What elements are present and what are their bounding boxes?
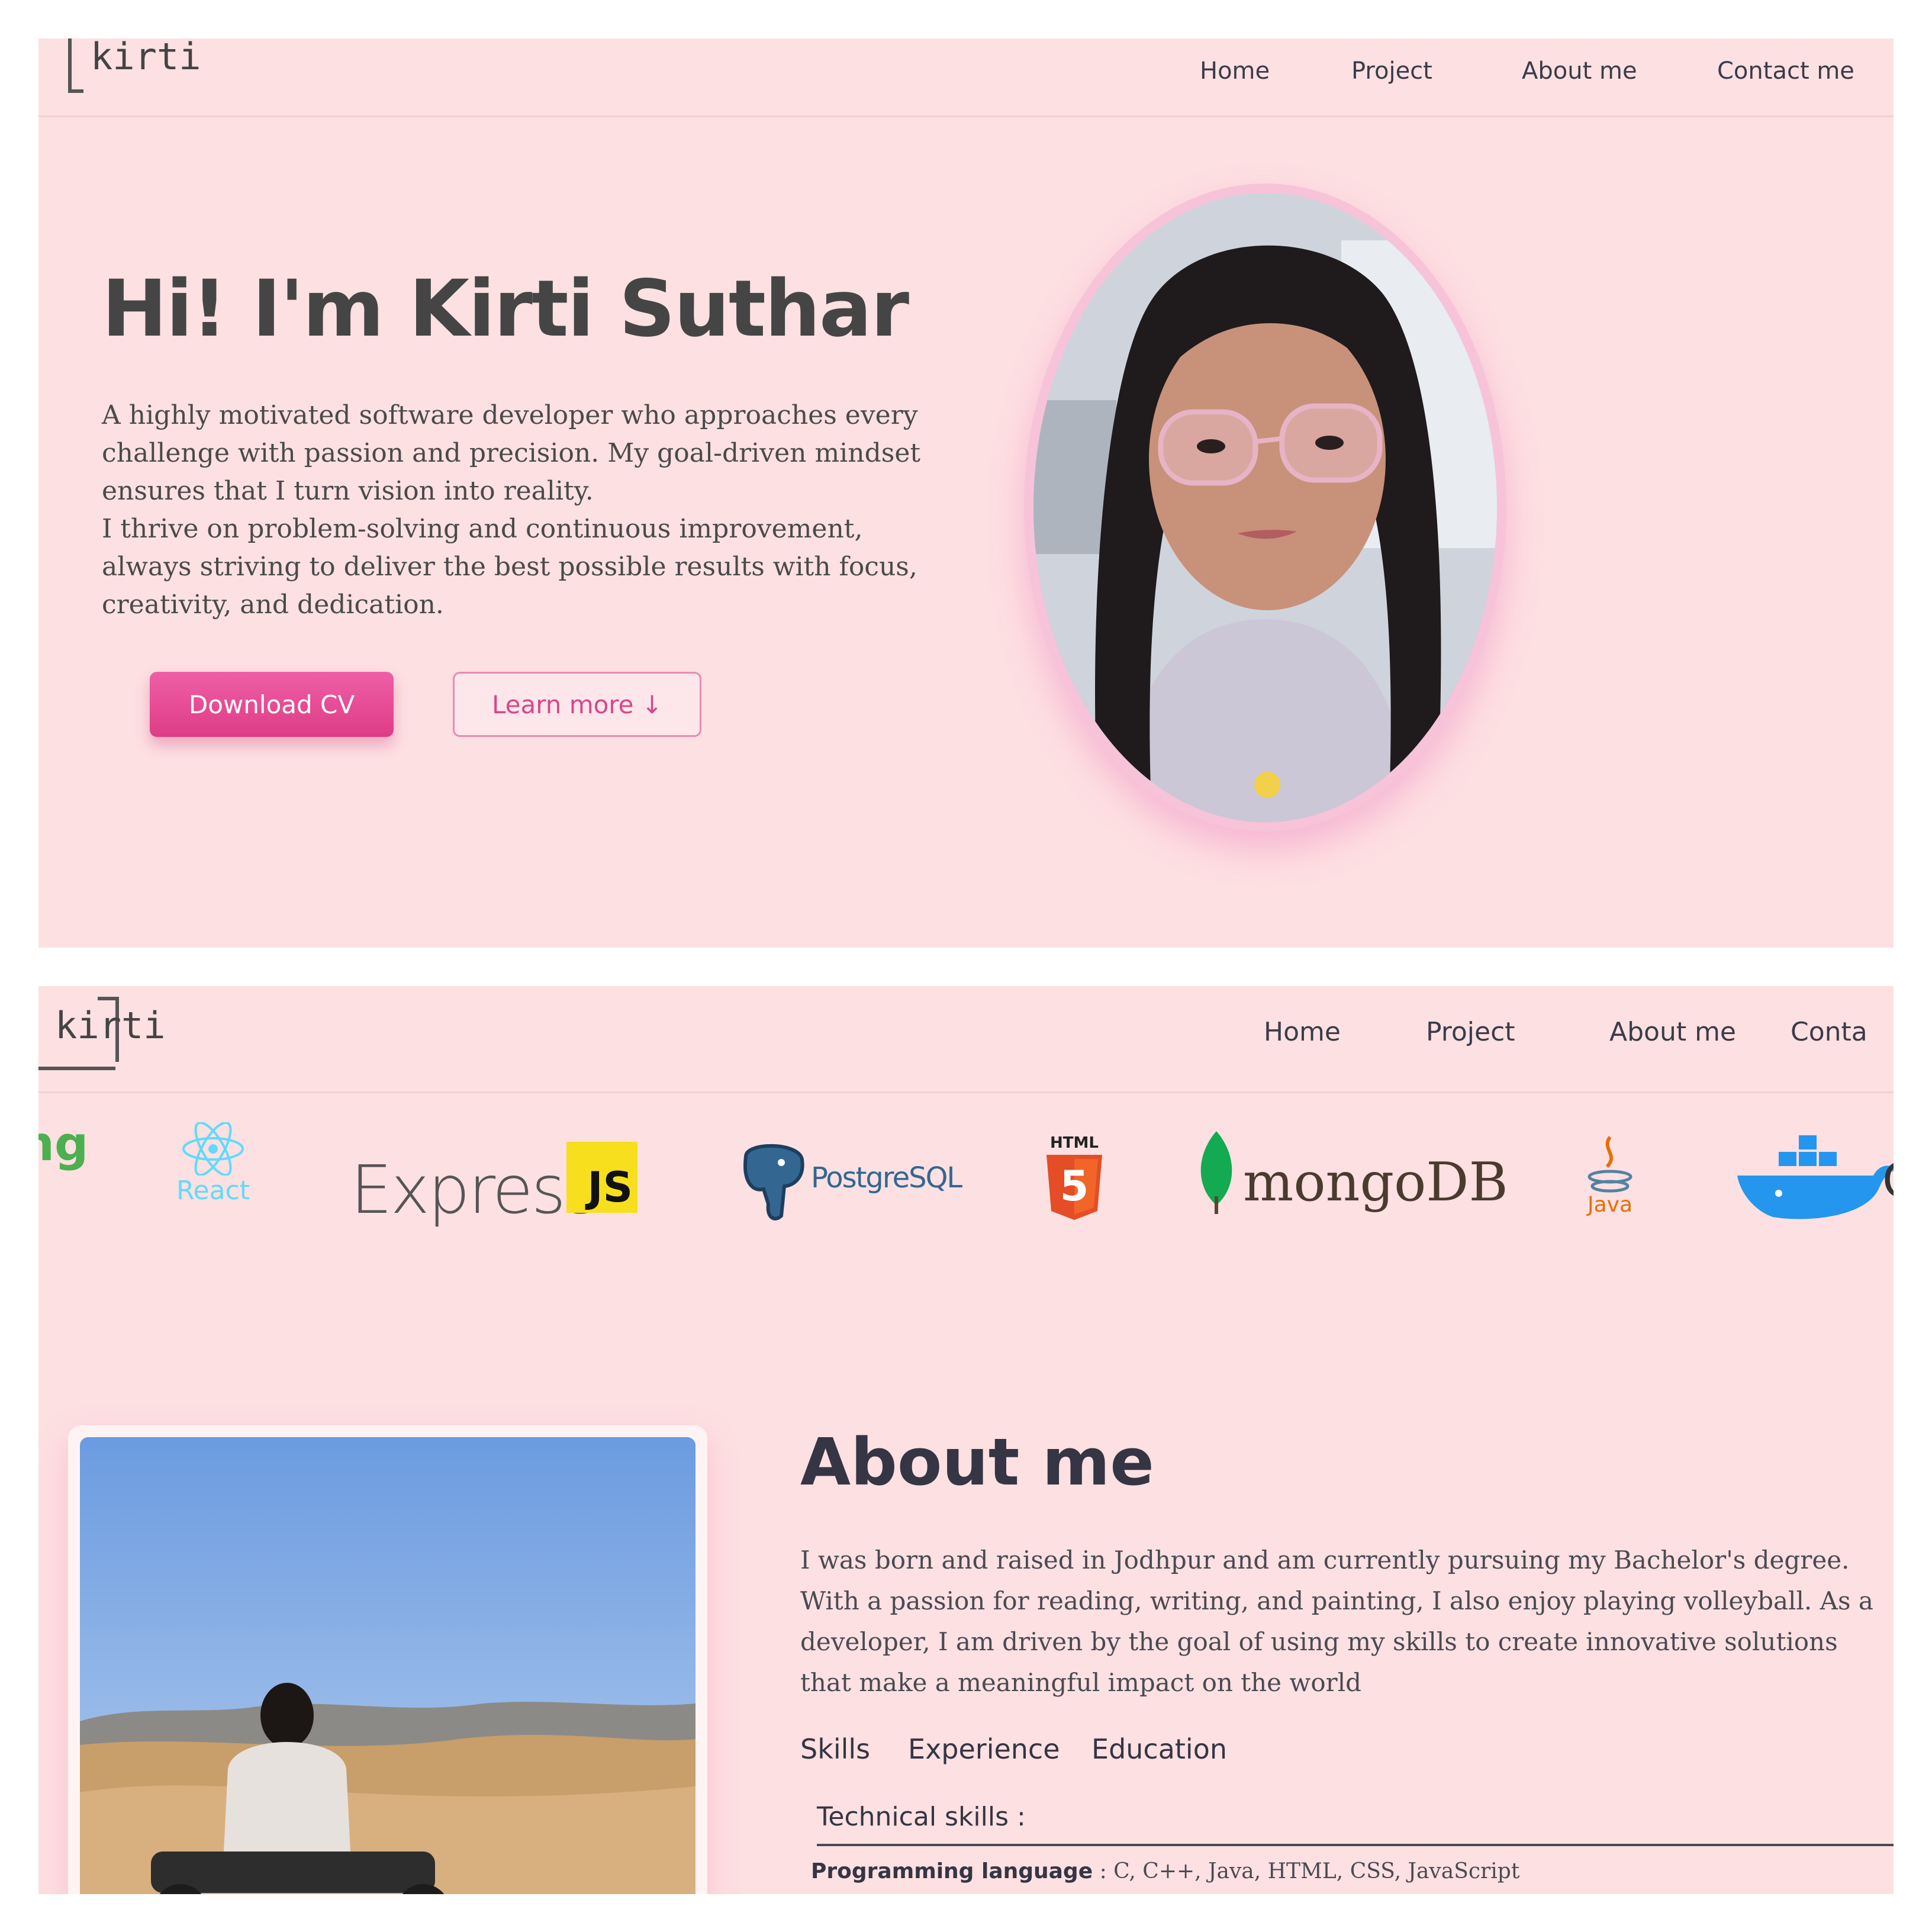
postgresql-label: PostgreSQL <box>811 1161 962 1194</box>
about-title: About me <box>800 1424 1154 1500</box>
react-icon <box>182 1121 244 1177</box>
about-photo <box>80 1437 695 1894</box>
nav-project[interactable]: Project <box>1351 57 1432 85</box>
tech-logos-carousel: ng React Express JS PostgreSQL HTML <box>38 1099 1894 1252</box>
skills-row-label: Programming language <box>811 1859 1093 1883</box>
html5-shield-icon: 5 <box>1046 1155 1102 1220</box>
nav-home[interactable]: Home <box>1200 57 1270 85</box>
nav-contact[interactable]: Contact me <box>1717 57 1854 85</box>
learn-more-button[interactable]: Learn more ↓ <box>453 672 701 737</box>
nav-home[interactable]: Home <box>1264 1017 1341 1047</box>
technical-skills-heading: Technical skills : <box>817 1802 1026 1832</box>
nav-contact[interactable]: Conta <box>1791 1017 1867 1047</box>
download-cv-button[interactable]: Download CV <box>150 672 394 737</box>
about-description: I was born and raised in Jodhpur and am … <box>800 1545 1873 1697</box>
about-photo-frame <box>68 1425 707 1894</box>
portrait-illustration <box>1033 193 1497 822</box>
tech-logo-partial-right: C <box>1882 1153 1894 1208</box>
nav-about[interactable]: About me <box>1522 57 1637 85</box>
skills-row-separator: : <box>1093 1859 1114 1883</box>
nav-project[interactable]: Project <box>1426 1017 1515 1047</box>
top-navbar: kirti Home Project About me Conta <box>38 986 1894 1093</box>
mongodb-label: mongoDB <box>1243 1151 1508 1213</box>
tab-education[interactable]: Education <box>1091 1733 1227 1765</box>
postgresql-elephant-icon <box>743 1144 804 1221</box>
desert-photo-illustration <box>80 1437 695 1894</box>
hero-paragraph-1: A highly motivated software developer wh… <box>102 400 921 506</box>
hero-screenshot: kirti Home Project About me Contact me H… <box>38 38 1894 948</box>
top-navbar: kirti Home Project About me Contact me <box>38 38 1894 117</box>
profile-photo <box>1033 193 1497 822</box>
java-label: Java <box>1587 1193 1633 1217</box>
logo-text: kirti <box>91 38 201 78</box>
java-coffee-icon <box>1588 1136 1632 1193</box>
react-label: React <box>176 1176 250 1206</box>
profile-photo-frame <box>1024 183 1506 832</box>
tab-skills[interactable]: Skills <box>800 1733 870 1765</box>
nav-about[interactable]: About me <box>1609 1017 1736 1047</box>
tech-logo-html5: HTML 5 <box>1042 1134 1107 1223</box>
hero-paragraph-2: I thrive on problem-solving and continuo… <box>102 514 917 620</box>
docker-whale-icon <box>1737 1135 1894 1219</box>
html5-number: 5 <box>1060 1162 1089 1210</box>
skills-row-programming: Programming language : C, C++, Java, HTM… <box>811 1859 1519 1883</box>
hero-description: A highly motivated software developer wh… <box>102 397 930 624</box>
logo-text: kirti <box>55 1004 166 1047</box>
tech-logo-express: Express <box>350 1152 598 1229</box>
tech-logo-react: React <box>172 1121 255 1206</box>
tech-logo-postgresql: PostgreSQL <box>734 1139 971 1222</box>
js-label: JS <box>587 1163 633 1212</box>
tech-logo-js: JS <box>566 1142 637 1213</box>
tech-logo-docker <box>1737 1134 1894 1223</box>
html-label: HTML <box>1050 1134 1099 1152</box>
tech-logo-java: Java <box>1577 1134 1643 1223</box>
about-screenshot: kirti Home Project About me Conta ng Rea… <box>38 986 1894 1894</box>
tab-experience[interactable]: Experience <box>908 1733 1060 1765</box>
tech-logo-partial-left: ng <box>38 1116 89 1171</box>
tech-logo-mongodb: mongoDB <box>1196 1131 1527 1220</box>
hero-title: Hi! I'm Kirti Suthar <box>102 263 909 355</box>
mongodb-leaf-icon <box>1200 1131 1232 1214</box>
skills-row-value: C, C++, Java, HTML, CSS, JavaScript <box>1113 1859 1520 1883</box>
skills-divider <box>817 1844 1894 1846</box>
